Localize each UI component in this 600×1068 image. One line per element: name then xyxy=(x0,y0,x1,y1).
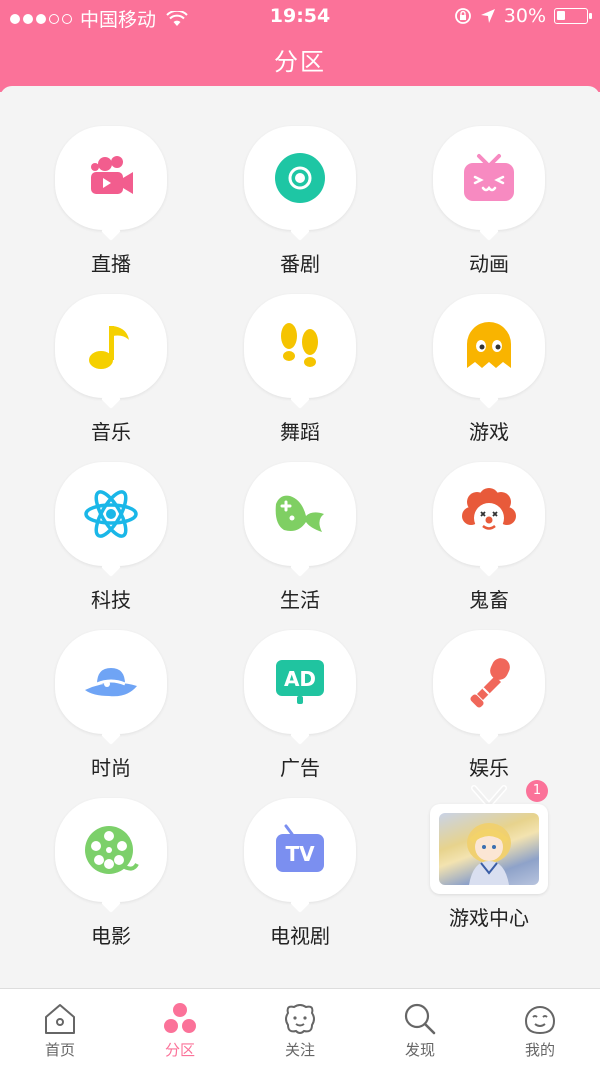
category-label: 游戏中心 xyxy=(449,906,529,930)
category-icon-bubble xyxy=(55,630,167,734)
game-center-thumbnail xyxy=(439,813,539,885)
category-icon-bubble xyxy=(244,126,356,230)
tab-label: 发现 xyxy=(404,1041,435,1059)
tab-discover[interactable]: 发现 xyxy=(360,989,480,1068)
category-label: 电视剧 xyxy=(270,924,330,948)
category-life[interactable]: 生活 xyxy=(210,462,390,622)
rotation-lock-icon xyxy=(454,8,471,24)
follow-icon xyxy=(285,1004,315,1034)
category-tech[interactable]: 科技 xyxy=(21,462,201,622)
film-reel-icon xyxy=(85,826,139,874)
tab-label: 我的 xyxy=(524,1041,555,1059)
category-live[interactable]: 直播 xyxy=(21,126,201,286)
status-bar: 中国移动 19:54 30% xyxy=(0,0,600,34)
tab-category[interactable]: 分区 xyxy=(120,989,240,1068)
battery-icon xyxy=(554,8,592,24)
category-tv-series[interactable]: TV 电视剧 xyxy=(210,798,390,958)
tv-icon: TV xyxy=(276,824,324,872)
ghost-icon xyxy=(467,322,511,368)
tab-label: 分区 xyxy=(164,1041,195,1059)
category-icon-bubble xyxy=(55,462,167,566)
status-right: 30% xyxy=(454,5,592,27)
tab-mine[interactable]: 我的 xyxy=(480,989,600,1068)
video-camera-icon xyxy=(91,156,133,194)
category-fashion[interactable]: 时尚 xyxy=(21,630,201,790)
category-label: 动画 xyxy=(469,252,509,276)
fish-icon xyxy=(275,495,324,532)
category-icon-bubble xyxy=(244,462,356,566)
category-icon-bubble xyxy=(433,462,545,566)
bottom-tab-bar: 首页 分区 关注 发现 我的 xyxy=(0,988,600,1068)
profile-face-icon xyxy=(524,1006,556,1035)
tab-home[interactable]: 首页 xyxy=(0,989,120,1068)
category-game-center[interactable]: 1 游戏中心 xyxy=(399,778,579,938)
category-animation[interactable]: 动画 xyxy=(399,126,579,286)
tv-face-icon xyxy=(464,154,514,201)
category-icon-bubble xyxy=(55,798,167,902)
search-icon xyxy=(404,1003,436,1035)
category-icon-bubble xyxy=(433,126,545,230)
clown-icon xyxy=(462,488,516,533)
hat-icon xyxy=(85,668,137,697)
disc-icon xyxy=(275,153,325,203)
category-panel: 直播 番剧 动画 音乐 舞蹈 游戏 科技 生活 鬼畜 时尚 AD 广告 娱乐 电… xyxy=(0,86,600,988)
category-icon-bubble xyxy=(433,630,545,734)
category-label: 游戏 xyxy=(469,420,509,444)
category-icon-bubble xyxy=(433,294,545,398)
game-center-screen xyxy=(430,804,548,894)
category-kichiku[interactable]: 鬼畜 xyxy=(399,462,579,622)
category-label: 生活 xyxy=(280,588,320,612)
category-label: 番剧 xyxy=(280,252,320,276)
home-icon xyxy=(45,1004,75,1034)
category-ad[interactable]: AD 广告 xyxy=(210,630,390,790)
category-label: 广告 xyxy=(280,756,320,780)
category-label: 鬼畜 xyxy=(469,588,509,612)
battery-percent: 30% xyxy=(503,5,546,27)
category-label: 科技 xyxy=(91,588,131,612)
category-label: 音乐 xyxy=(91,420,131,444)
notification-badge: 1 xyxy=(526,780,548,802)
page-title: 分区 xyxy=(274,48,326,76)
category-icon-bubble xyxy=(55,294,167,398)
tab-label: 关注 xyxy=(284,1041,315,1059)
category-label: 时尚 xyxy=(91,756,131,780)
category-entertainment[interactable]: 娱乐 xyxy=(399,630,579,790)
category-label: 电影 xyxy=(91,924,131,948)
microphone-icon xyxy=(470,658,510,708)
category-icon-bubble xyxy=(55,126,167,230)
battery-fill xyxy=(557,11,565,20)
game-center-tv: 1 xyxy=(430,780,548,894)
category-dance[interactable]: 舞蹈 xyxy=(210,294,390,454)
header: 中国移动 19:54 30% 分区 xyxy=(0,0,600,92)
tab-follow[interactable]: 关注 xyxy=(240,989,360,1068)
anime-character-image xyxy=(467,823,511,885)
category-label: 舞蹈 xyxy=(280,420,320,444)
category-icon-bubble: AD xyxy=(244,630,356,734)
category-dots-icon xyxy=(164,1003,196,1033)
category-icon-bubble: TV xyxy=(244,798,356,902)
category-bangumi[interactable]: 番剧 xyxy=(210,126,390,286)
atom-icon xyxy=(84,490,138,538)
category-label: 直播 xyxy=(91,252,131,276)
category-icon-bubble xyxy=(244,294,356,398)
category-game[interactable]: 游戏 xyxy=(399,294,579,454)
category-label: 娱乐 xyxy=(469,756,509,780)
svg-text:AD: AD xyxy=(284,667,316,691)
tab-label: 首页 xyxy=(44,1041,75,1059)
footprints-icon xyxy=(281,323,318,367)
category-music[interactable]: 音乐 xyxy=(21,294,201,454)
location-arrow-icon xyxy=(480,9,495,23)
ad-icon: AD xyxy=(276,660,324,704)
category-movie[interactable]: 电影 xyxy=(21,798,201,958)
music-note-icon xyxy=(89,326,129,369)
svg-text:TV: TV xyxy=(285,842,315,866)
